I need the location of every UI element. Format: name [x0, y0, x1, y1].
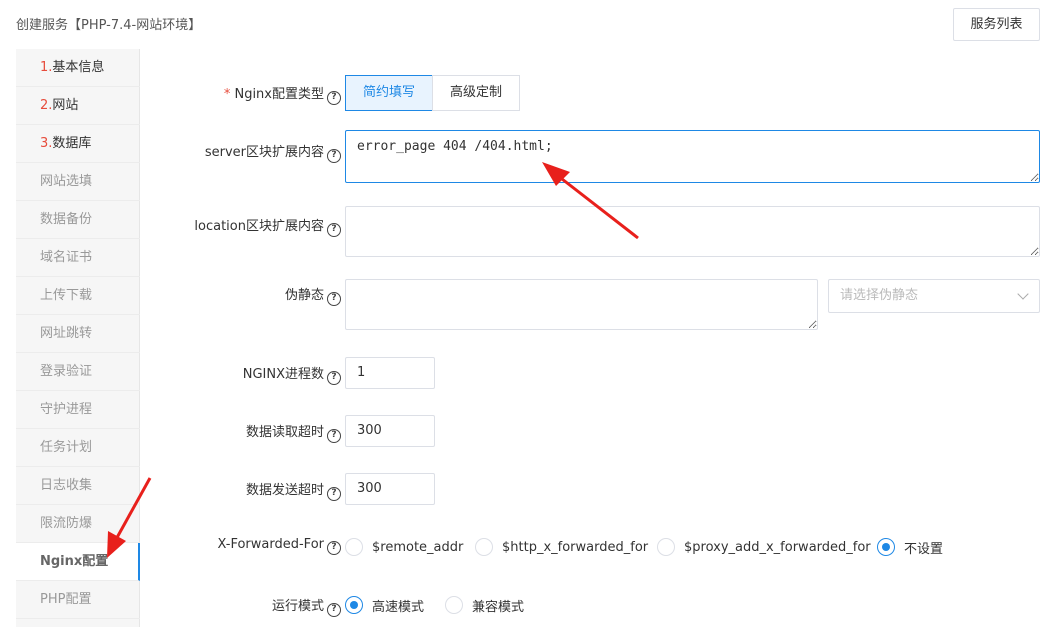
- sidebar-item-database[interactable]: 3.数据库: [16, 125, 140, 163]
- read-timeout-label-row: 数据读取超时?: [141, 421, 341, 443]
- help-icon[interactable]: ?: [327, 603, 341, 617]
- run-mode-label-row: 运行模式?: [141, 595, 341, 617]
- location-block-label: location区块扩展内容: [194, 219, 324, 234]
- help-icon[interactable]: ?: [327, 541, 341, 555]
- help-icon[interactable]: ?: [327, 292, 341, 306]
- sidebar-item-nginx-config[interactable]: Nginx配置: [16, 543, 140, 581]
- sidebar-item-basic-info[interactable]: 1.基本信息: [16, 49, 140, 87]
- nginx-config-form: * Nginx配置类型? 简约填写 高级定制 server区块扩展内容? err…: [141, 49, 1055, 627]
- location-block-label-row: location区块扩展内容?: [141, 215, 341, 237]
- sidebar-item-redirect[interactable]: 网址跳转: [16, 315, 140, 353]
- page-header: 创建服务【PHP-7.4-网站环境】 服务列表: [0, 0, 1055, 46]
- location-block-textarea[interactable]: [345, 206, 1040, 257]
- rewrite-textarea[interactable]: [345, 279, 818, 330]
- xff-radio-http-xff[interactable]: $http_x_forwarded_for: [475, 537, 648, 557]
- radio-circle: [475, 538, 493, 556]
- service-list-button[interactable]: 服务列表: [953, 8, 1040, 41]
- help-icon[interactable]: ?: [327, 371, 341, 385]
- send-timeout-label-row: 数据发送超时?: [141, 479, 341, 501]
- sidebar-item-backup[interactable]: 数据备份: [16, 201, 140, 239]
- sidebar-item-site-options[interactable]: 网站选填: [16, 163, 140, 201]
- radio-circle: [445, 596, 463, 614]
- radio-circle-checked: [877, 538, 895, 556]
- sidebar-item-log-collect[interactable]: 日志收集: [16, 467, 140, 505]
- xff-radio-not-set[interactable]: 不设置: [877, 537, 943, 557]
- sidebar-item-login-auth[interactable]: 登录验证: [16, 353, 140, 391]
- help-icon[interactable]: ?: [327, 429, 341, 443]
- radio-circle-checked: [345, 596, 363, 614]
- advanced-custom-button[interactable]: 高级定制: [432, 75, 520, 111]
- rewrite-label: 伪静态: [284, 288, 324, 303]
- xff-radio-remote-addr[interactable]: $remote_addr: [345, 537, 463, 557]
- sidebar-item-cron[interactable]: 任务计划: [16, 429, 140, 467]
- nginx-type-label-row: * Nginx配置类型?: [141, 83, 341, 105]
- sidebar-item-upload-download[interactable]: 上传下载: [16, 277, 140, 315]
- sidebar-item-php-config[interactable]: PHP配置: [16, 581, 140, 619]
- send-timeout-label: 数据发送超时: [245, 483, 324, 498]
- help-icon[interactable]: ?: [327, 149, 341, 163]
- run-mode-label: 运行模式: [271, 599, 324, 614]
- xff-radio-proxy-add-xff[interactable]: $proxy_add_x_forwarded_for: [657, 537, 871, 557]
- nginx-processes-label: NGINX进程数: [242, 367, 324, 382]
- radio-circle: [345, 538, 363, 556]
- nginx-type-label: Nginx配置类型: [234, 87, 324, 102]
- required-mark: *: [223, 87, 231, 102]
- chevron-down-icon: [1017, 288, 1029, 300]
- rewrite-select[interactable]: 请选择伪静态: [828, 279, 1040, 313]
- xff-label-row: X-Forwarded-For?: [141, 537, 341, 557]
- sidebar-item-rate-limit[interactable]: 限流防爆: [16, 505, 140, 543]
- send-timeout-input[interactable]: 300: [345, 473, 435, 505]
- sidebar-item-daemon[interactable]: 守护进程: [16, 391, 140, 429]
- sidebar: 1.基本信息 2.网站 3.数据库 网站选填 数据备份 域名证书 上传下载 网址…: [16, 49, 140, 627]
- rewrite-label-row: 伪静态?: [141, 284, 341, 306]
- nginx-processes-label-row: NGINX进程数?: [141, 363, 341, 385]
- nginx-processes-input[interactable]: 1: [345, 357, 435, 389]
- sidebar-item-domain-cert[interactable]: 域名证书: [16, 239, 140, 277]
- run-mode-radio-compatible[interactable]: 兼容模式: [445, 595, 524, 615]
- read-timeout-label: 数据读取超时: [245, 425, 324, 440]
- xff-label: X-Forwarded-For: [217, 537, 324, 552]
- server-block-label-row: server区块扩展内容?: [141, 141, 341, 163]
- read-timeout-input[interactable]: 300: [345, 415, 435, 447]
- radio-circle: [657, 538, 675, 556]
- server-block-textarea[interactable]: error_page 404 /404.html;: [345, 130, 1040, 183]
- sidebar-item-website[interactable]: 2.网站: [16, 87, 140, 125]
- server-block-label: server区块扩展内容: [204, 145, 324, 160]
- help-icon[interactable]: ?: [327, 223, 341, 237]
- help-icon[interactable]: ?: [327, 487, 341, 501]
- rewrite-select-placeholder: 请选择伪静态: [840, 288, 919, 303]
- run-mode-radio-fast[interactable]: 高速模式: [345, 595, 424, 615]
- help-icon[interactable]: ?: [327, 91, 341, 105]
- page-title: 创建服务【PHP-7.4-网站环境】: [16, 18, 202, 33]
- simple-fill-button[interactable]: 简约填写: [345, 75, 433, 111]
